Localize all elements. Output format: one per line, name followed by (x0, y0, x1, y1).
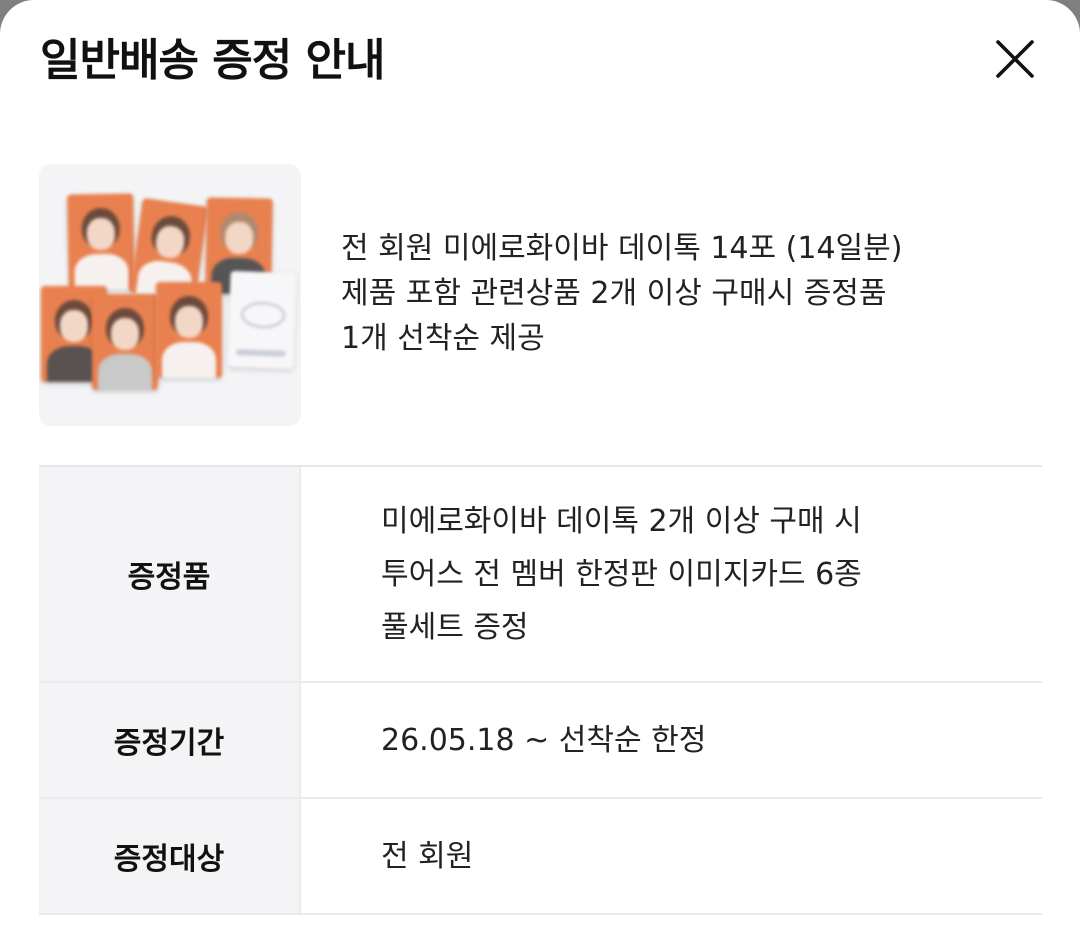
gift-info-dialog: 일반배송 증정 안내 전 회원 미에로화이바 데이톡 14포 (14일분) 제품… (0, 0, 1080, 940)
table-row: 증정기간 26.05.18 ~ 선착순 한정 (39, 683, 1042, 799)
photo-card (67, 193, 135, 291)
row-value-target: 전 회원 (301, 799, 1042, 913)
table-row: 증정대상 전 회원 (39, 799, 1042, 915)
description-line: 제품 포함 관련상품 2개 이상 구매시 증정품 (341, 276, 887, 311)
description-line: 전 회원 미에로화이바 데이톡 14포 (14일분) (341, 231, 903, 266)
value-line: 26.05.18 ~ 선착순 한정 (381, 722, 707, 758)
row-label-target: 증정대상 (39, 799, 301, 913)
value-line: 미에로화이바 데이톡 2개 이상 구매 시 (381, 503, 862, 539)
photo-card (156, 282, 222, 378)
description-line: 1개 선착순 제공 (341, 321, 545, 356)
photo-card (227, 270, 297, 370)
product-description: 전 회원 미에로화이바 데이톡 14포 (14일분) 제품 포함 관련상품 2개… (341, 226, 1041, 361)
product-thumbnail (39, 164, 301, 426)
value-line: 전 회원 (381, 838, 474, 874)
dialog-title: 일반배송 증정 안내 (40, 35, 385, 86)
gift-info-table: 증정품 미에로화이바 데이톡 2개 이상 구매 시 투어스 전 멤버 한정판 이… (39, 465, 1042, 915)
value-line: 풀세트 증정 (381, 609, 529, 645)
close-icon (996, 40, 1034, 78)
row-label-gift: 증정품 (39, 467, 301, 681)
value-line: 투어스 전 멤버 한정판 이미지카드 6종 (381, 556, 862, 592)
row-label-period: 증정기간 (39, 683, 301, 797)
table-row: 증정품 미에로화이바 데이톡 2개 이상 구매 시 투어스 전 멤버 한정판 이… (39, 467, 1042, 683)
row-value-period: 26.05.18 ~ 선착순 한정 (301, 683, 1042, 797)
close-button[interactable] (988, 32, 1042, 86)
row-value-gift: 미에로화이바 데이톡 2개 이상 구매 시 투어스 전 멤버 한정판 이미지카드… (301, 467, 1042, 681)
photo-card (92, 294, 158, 390)
